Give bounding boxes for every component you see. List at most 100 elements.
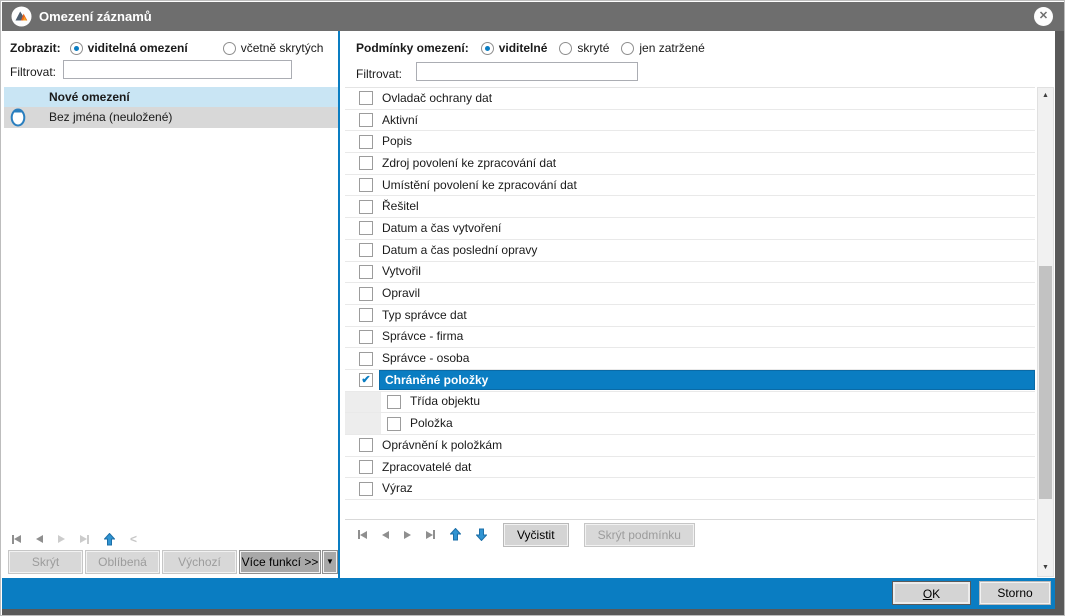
condition-label: Zpracovatelé dat [373, 457, 1035, 478]
condition-checkbox[interactable] [359, 287, 373, 301]
condition-row[interactable]: Popis [345, 131, 1035, 153]
condition-label: Aktivní [373, 110, 1035, 131]
condition-row[interactable]: Zdroj povolení ke zpracování dat [345, 153, 1035, 175]
condition-row[interactable]: Umístění povolení ke zpracování dat [345, 175, 1035, 197]
radio-hidden-conditions[interactable]: skryté [559, 41, 609, 55]
hide-button[interactable]: Skrýt [9, 551, 82, 573]
more-functions-dropdown-icon[interactable]: ▼ [323, 551, 337, 573]
panel-splitter[interactable] [338, 31, 340, 578]
conditions-list: Ovladač ochrany datAktivníPopisZdroj pov… [345, 87, 1035, 519]
move-down-icon[interactable] [476, 528, 487, 542]
restrictions-buttons-bar: Skrýt Oblíbená Výchozí Více funkcí >> ▼ [4, 551, 338, 574]
condition-label: Chráněné položky [379, 370, 1035, 390]
last-record-icon[interactable] [426, 528, 435, 542]
scroll-down-icon[interactable]: ▼ [1038, 560, 1053, 576]
restriction-list-item[interactable]: Bez jména (neuložené) [4, 107, 338, 128]
condition-label: Třída objektu [401, 391, 1035, 412]
condition-checkbox[interactable] [359, 243, 373, 257]
filter-label: Filtrovat: [10, 65, 56, 79]
checkmark-icon: ✔ [361, 374, 370, 386]
default-button[interactable]: Výchozí [163, 551, 236, 573]
radio-icon [621, 42, 634, 55]
condition-row[interactable]: Vytvořil [345, 262, 1035, 284]
conditions-scrollbar[interactable]: ▲ ▼ [1037, 87, 1054, 577]
titlebar[interactable]: Omezení záznamů ✕ [2, 2, 1064, 31]
next-record-icon[interactable] [404, 528, 411, 542]
condition-row[interactable]: Položka [345, 413, 1035, 435]
radio-visible-conditions[interactable]: viditelné [481, 41, 548, 55]
restrictions-panel: Zobrazit: viditelná omezení včetně skryt… [4, 31, 338, 578]
radio-visible-restrictions[interactable]: viditelná omezení [70, 41, 188, 55]
condition-row[interactable]: ✔ Chráněné položky [345, 370, 1035, 392]
condition-checkbox[interactable] [359, 352, 373, 366]
condition-row[interactable]: Řešitel [345, 196, 1035, 218]
condition-label: Umístění povolení ke zpracování dat [373, 175, 1035, 196]
condition-label: Ovladač ochrany dat [373, 88, 1035, 109]
condition-checkbox[interactable] [359, 156, 373, 170]
hide-condition-button[interactable]: Skrýt podmínku [585, 524, 694, 546]
clear-button[interactable]: Vyčistit [504, 524, 568, 546]
dialog-right-border [1055, 31, 1065, 609]
more-functions-button[interactable]: Více funkcí >> [240, 551, 320, 573]
condition-checkbox[interactable] [359, 265, 373, 279]
condition-row[interactable]: Správce - osoba [345, 348, 1035, 370]
condition-checkbox[interactable] [359, 438, 373, 452]
radio-checked-only-conditions[interactable]: jen zatržené [621, 41, 704, 55]
radio-icon [481, 42, 494, 55]
condition-checkbox[interactable] [359, 482, 373, 496]
favorite-button[interactable]: Oblíbená [86, 551, 159, 573]
scroll-up-icon[interactable]: ▲ [1038, 88, 1053, 104]
move-up-icon[interactable] [104, 532, 115, 546]
condition-checkbox[interactable] [359, 308, 373, 322]
restrictions-filter-input[interactable] [63, 60, 292, 79]
first-record-icon[interactable] [358, 528, 367, 542]
condition-row[interactable]: Výraz [345, 478, 1035, 500]
condition-label: Datum a čas vytvoření [373, 218, 1035, 239]
scrollbar-thumb[interactable] [1039, 266, 1052, 499]
condition-checkbox[interactable] [387, 417, 401, 431]
first-record-icon[interactable] [12, 532, 21, 546]
next-record-icon[interactable] [58, 532, 65, 546]
move-up-icon[interactable] [450, 528, 461, 542]
restrictions-list-header: Nové omezení [4, 87, 338, 107]
condition-row[interactable]: Typ správce dat [345, 305, 1035, 327]
condition-row[interactable]: Ovladač ochrany dat [345, 88, 1035, 110]
condition-label: Řešitel [373, 196, 1035, 217]
last-record-icon[interactable] [80, 532, 89, 546]
condition-label: Zdroj povolení ke zpracování dat [373, 153, 1035, 174]
close-icon[interactable]: ✕ [1034, 7, 1053, 26]
condition-checkbox[interactable] [359, 113, 373, 127]
condition-checkbox[interactable] [359, 330, 373, 344]
collapse-icon[interactable]: < [130, 532, 137, 546]
condition-checkbox[interactable] [359, 135, 373, 149]
condition-row[interactable]: Správce - firma [345, 327, 1035, 349]
cancel-button[interactable]: Storno [980, 582, 1050, 604]
previous-record-icon[interactable] [382, 528, 389, 542]
condition-checkbox[interactable] [359, 460, 373, 474]
condition-checkbox[interactable]: ✔ [359, 373, 373, 387]
child-indent-gutter [345, 413, 381, 434]
condition-row[interactable]: Datum a čas vytvoření [345, 218, 1035, 240]
condition-row[interactable]: Datum a čas poslední opravy [345, 240, 1035, 262]
condition-row[interactable]: Oprávnění k položkám [345, 435, 1035, 457]
condition-checkbox[interactable] [359, 178, 373, 192]
ok-button[interactable]: OK [893, 582, 970, 604]
condition-label: Správce - osoba [373, 348, 1035, 369]
condition-checkbox[interactable] [387, 395, 401, 409]
radio-icon [223, 42, 236, 55]
restriction-item-label: Bez jména (neuložené) [49, 110, 172, 124]
condition-checkbox[interactable] [359, 200, 373, 214]
condition-row[interactable]: Zpracovatelé dat [345, 457, 1035, 479]
condition-label: Datum a čas poslední opravy [373, 240, 1035, 261]
conditions-filter-input[interactable] [416, 62, 638, 81]
conditions-nav-toolbar [358, 528, 487, 542]
condition-row[interactable]: Opravil [345, 283, 1035, 305]
radio-including-hidden[interactable]: včetně skrytých [223, 41, 324, 55]
condition-row[interactable]: Třída objektu [345, 392, 1035, 414]
condition-label: Výraz [373, 478, 1035, 499]
show-label: Zobrazit: [10, 41, 61, 55]
condition-checkbox[interactable] [359, 221, 373, 235]
condition-checkbox[interactable] [359, 91, 373, 105]
condition-row[interactable]: Aktivní [345, 110, 1035, 132]
previous-record-icon[interactable] [36, 532, 43, 546]
